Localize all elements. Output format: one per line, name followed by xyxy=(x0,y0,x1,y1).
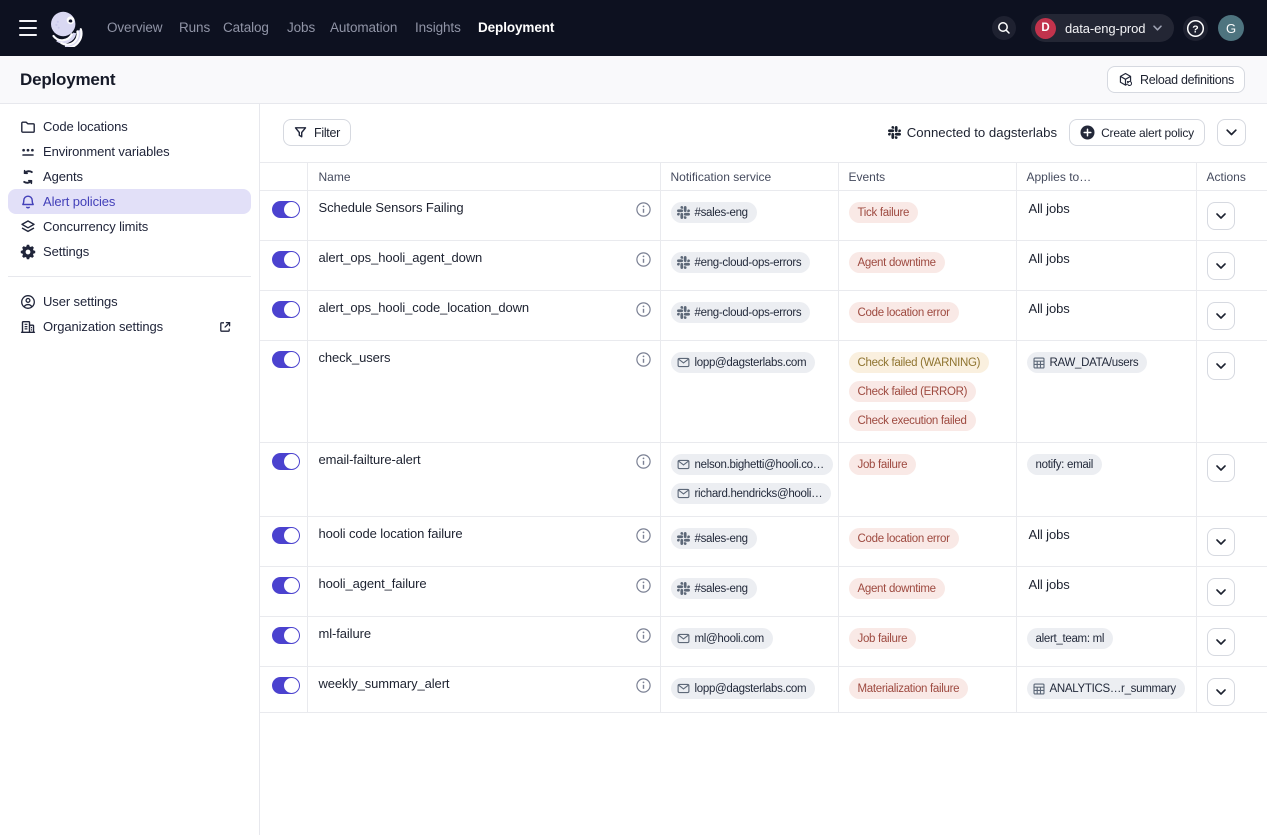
svg-text:?: ? xyxy=(1192,23,1198,35)
